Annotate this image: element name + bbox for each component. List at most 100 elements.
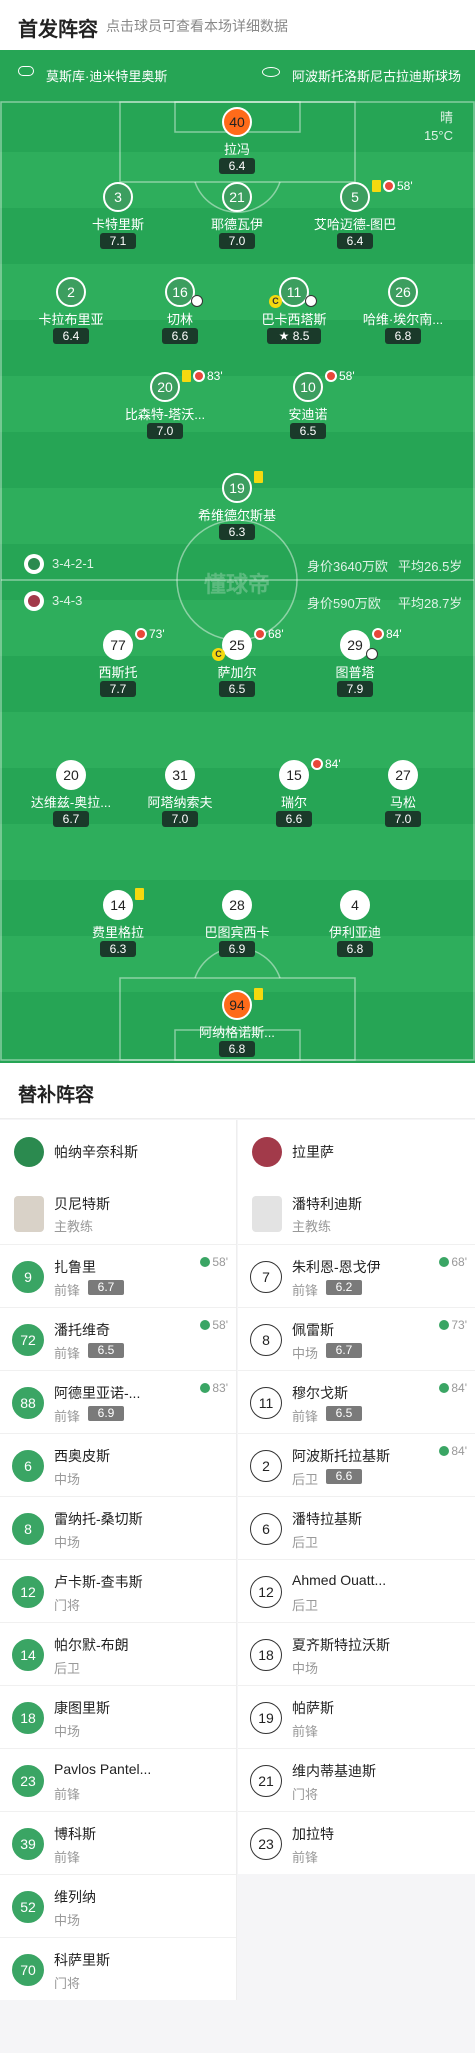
- sub-on-time: 58': [200, 1318, 228, 1332]
- sub-rating: 6.9: [88, 1406, 124, 1421]
- player-name: 费里格拉: [91, 925, 144, 940]
- player-number: 28: [222, 890, 252, 920]
- sub-player[interactable]: 18 康图里斯 中场: [0, 1685, 236, 1748]
- lineup-header: 首发阵容 点击球员可查看本场详细数据: [0, 0, 475, 50]
- player-rating-star: ★ 8.5: [267, 328, 321, 344]
- home-team-header[interactable]: 帕纳辛奈科斯: [0, 1120, 236, 1182]
- sub-player[interactable]: 12 Ahmed Ouatt... 后卫: [238, 1559, 475, 1622]
- player-number: 20: [56, 760, 86, 790]
- sub-player[interactable]: 8 佩雷斯 中场 6.7 73': [238, 1307, 475, 1370]
- sub-name: 朱利恩-恩戈伊: [292, 1259, 381, 1275]
- sub-player[interactable]: 7 朱利恩-恩戈伊 前锋 6.2 68': [238, 1244, 475, 1307]
- captain-icon: C: [269, 295, 282, 308]
- sub-player[interactable]: 14 帕尔默-布朗 后卫: [0, 1622, 236, 1685]
- sub-position: 后卫: [54, 1661, 81, 1676]
- player-away[interactable]: 28 巴图宾西卡 6.9: [182, 890, 292, 970]
- player-number: 31: [165, 760, 195, 790]
- sub-player[interactable]: 2 阿波斯托拉基斯 后卫 6.6 84': [238, 1433, 475, 1496]
- sub-player[interactable]: 39 博科斯 前锋: [0, 1811, 236, 1874]
- player-name: 马松: [389, 795, 416, 810]
- sub-position: 前锋: [54, 1850, 81, 1865]
- player-home-gk[interactable]: 40 拉冯 6.4: [182, 107, 292, 187]
- sub-rating: 6.5: [326, 1406, 362, 1421]
- sub-name: 夏齐斯特拉沃斯: [292, 1637, 390, 1653]
- sub-player[interactable]: 21 维内蒂基迪斯 门将: [238, 1748, 475, 1811]
- sub-player[interactable]: 70 科萨里斯 门将: [0, 1937, 236, 2000]
- player-number: 27: [388, 760, 418, 790]
- sub-position: 中场: [292, 1661, 319, 1676]
- player-rating: 6.5: [290, 423, 326, 439]
- player-away[interactable]: 14 费里格拉 6.3: [63, 888, 173, 970]
- sub-player[interactable]: 23 Pavlos Pantel... 前锋: [0, 1748, 236, 1811]
- sub-position: 前锋: [292, 1409, 319, 1424]
- player-home[interactable]: 2 卡拉布里亚 6.4: [16, 277, 126, 357]
- sub-name: 阿德里亚诺-...: [54, 1385, 141, 1401]
- sub-off-icon: [254, 628, 266, 640]
- player-home[interactable]: 11 C 巴卡西塔斯 ★ 8.5: [239, 277, 349, 357]
- goal-ball-icon: [366, 648, 378, 660]
- player-home[interactable]: 16 切林 6.6: [125, 277, 235, 357]
- yellow-card-icon: [182, 370, 191, 382]
- sub-player[interactable]: 88 阿德里亚诺-... 前锋 6.9 83': [0, 1370, 236, 1433]
- player-away[interactable]: 4 伊利亚迪 6.8: [300, 890, 410, 970]
- sub-player[interactable]: 72 潘托维奇 前锋 6.5 58': [0, 1307, 236, 1370]
- player-home[interactable]: 20 83' 比森特-塔沃... 7.0: [110, 369, 223, 452]
- player-home[interactable]: 5 58' 艾哈迈德-图巴 6.4: [300, 179, 413, 262]
- player-name: 拉冯: [223, 142, 250, 157]
- sub-position: 前锋: [292, 1850, 319, 1865]
- player-number: 15: [279, 760, 309, 790]
- home-age: 平均26.5岁: [398, 559, 463, 574]
- player-name: 安迪诺: [288, 407, 328, 422]
- sub-number: 39: [12, 1828, 44, 1860]
- player-name: 希维德尔斯基: [197, 508, 276, 523]
- player-rating: 6.4: [337, 233, 373, 249]
- player-home[interactable]: 26 哈维·埃尔南... 6.8: [348, 277, 458, 357]
- injury-icon: [191, 295, 203, 307]
- coach-role: 主教练: [292, 1219, 332, 1234]
- player-number: 40: [222, 107, 252, 137]
- sub-off-icon: [193, 370, 205, 382]
- sub-player[interactable]: 8 雷纳托-桑切斯 中场: [0, 1496, 236, 1559]
- sub-player[interactable]: 9 扎鲁里 前锋 6.7 58': [0, 1244, 236, 1307]
- sub-position: 前锋: [54, 1787, 81, 1802]
- whistle-icon: [18, 66, 34, 76]
- player-away[interactable]: 29 84' 图普塔 7.9: [300, 627, 410, 710]
- player-name: 切林: [166, 312, 193, 327]
- sub-player[interactable]: 11 穆尔戈斯 前锋 6.5 84': [238, 1370, 475, 1433]
- player-away[interactable]: 77 73' 西斯托 7.7: [63, 627, 173, 710]
- player-away[interactable]: 25 C 68' 萨加尔 6.5: [182, 627, 292, 710]
- sub-player[interactable]: 19 帕萨斯 前锋: [238, 1685, 475, 1748]
- sub-player[interactable]: 18 夏齐斯特拉沃斯 中场: [238, 1622, 475, 1685]
- player-away[interactable]: 20 达维兹-奥拉... 6.7: [16, 760, 126, 840]
- player-away-gk[interactable]: 94 阿纳格诺斯... 6.8: [182, 988, 292, 1063]
- player-home[interactable]: 19 希维德尔斯基 6.3: [182, 471, 292, 553]
- home-coach[interactable]: 贝尼特斯 主教练: [0, 1182, 236, 1244]
- player-away[interactable]: 31 阿塔纳索夫 7.0: [125, 760, 235, 840]
- player-home[interactable]: 10 58' 安迪诺 6.5: [253, 369, 363, 452]
- sub-player[interactable]: 6 潘特拉基斯 后卫: [238, 1496, 475, 1559]
- sub-name: 雷纳托-桑切斯: [54, 1511, 143, 1527]
- sub-player[interactable]: 12 卢卡斯-查韦斯 门将: [0, 1559, 236, 1622]
- player-away[interactable]: 27 马松 7.0: [348, 760, 458, 840]
- sub-player[interactable]: 23 加拉特 前锋: [238, 1811, 475, 1874]
- home-subs-column: 帕纳辛奈科斯 贝尼特斯 主教练 9 扎鲁里 前锋 6.7 58' 72 潘托维奇 前锋 6.5…: [0, 1120, 237, 2000]
- sub-off-icon: [135, 628, 147, 640]
- away-team-header[interactable]: 拉里萨: [238, 1120, 475, 1182]
- sub-number: 19: [250, 1702, 282, 1734]
- player-home[interactable]: 21 耶德瓦伊 7.0: [182, 182, 292, 262]
- weather-condition: 晴: [439, 110, 453, 125]
- player-home[interactable]: 3 卡特里斯 7.1: [63, 182, 173, 262]
- sub-number: 2: [250, 1450, 282, 1482]
- player-name: 萨加尔: [217, 665, 257, 680]
- goal-ball-icon: [305, 295, 317, 307]
- sub-player[interactable]: 6 西奥皮斯 中场: [0, 1433, 236, 1496]
- sub-player[interactable]: 52 维列纳 中场: [0, 1874, 236, 1937]
- player-name: 达维兹-奥拉...: [30, 795, 112, 810]
- player-away[interactable]: 15 84' 瑞尔 6.6: [239, 757, 349, 840]
- sub-on-time: 68': [439, 1255, 467, 1269]
- player-name: 卡特里斯: [91, 217, 144, 232]
- player-rating: 7.7: [100, 681, 136, 697]
- sub-number: 52: [12, 1891, 44, 1923]
- away-coach[interactable]: 潘特利迪斯 主教练: [238, 1182, 475, 1244]
- sub-number: 9: [12, 1261, 44, 1293]
